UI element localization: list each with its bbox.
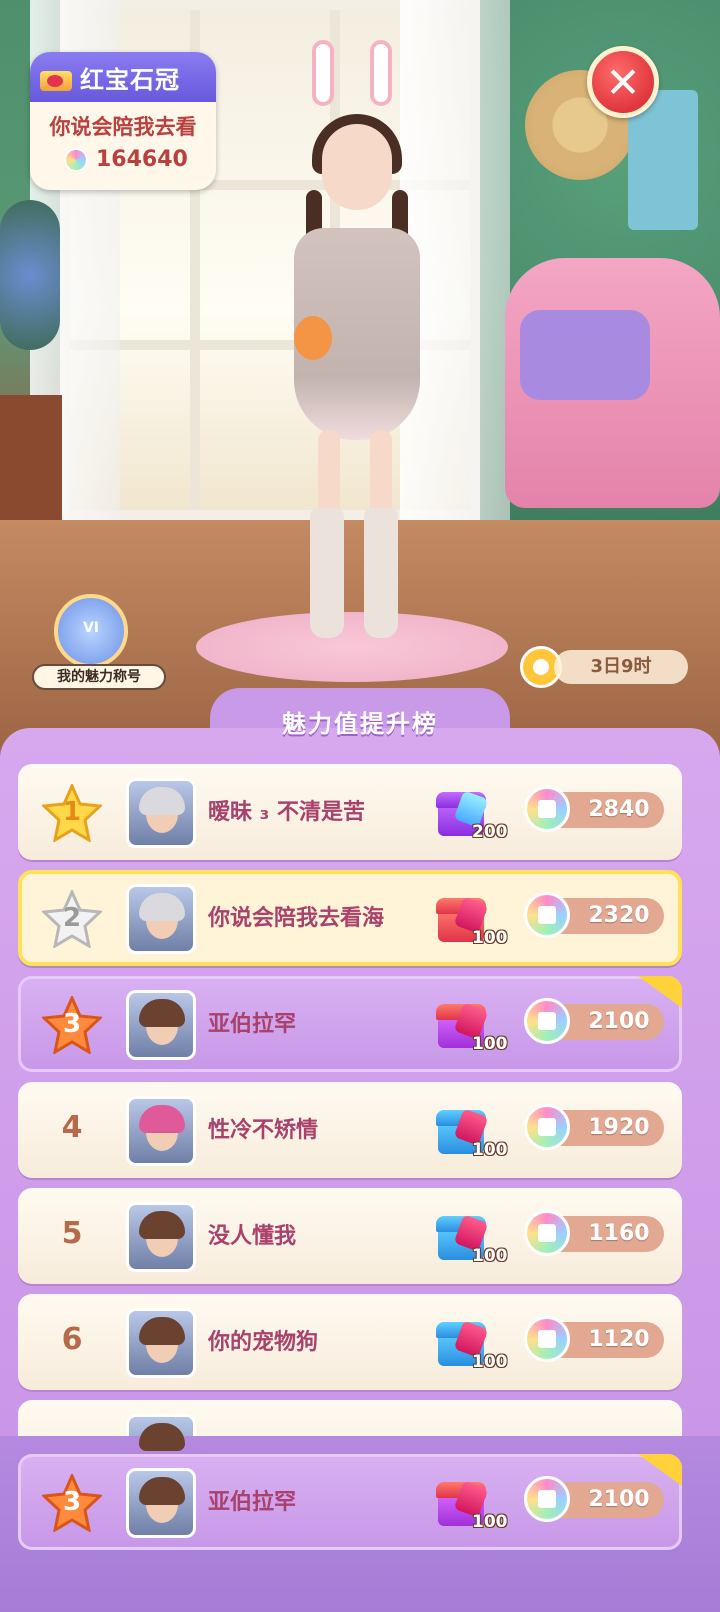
avatar[interactable] xyxy=(126,1308,196,1378)
reward-quantity: 100 xyxy=(472,1352,508,1372)
rank-number: 3 xyxy=(62,1487,82,1517)
leaderboard-row[interactable]: 4 性冷不矫情 100 1920 xyxy=(18,1082,682,1178)
my-charm-title-button[interactable]: 我的魅力称号 xyxy=(32,594,166,694)
ruby-crown-icon xyxy=(38,61,74,93)
leaderboard-row[interactable]: 1 暧昧 ₃ 不清是苦 200 2840 xyxy=(18,764,682,860)
close-button[interactable]: ✕ xyxy=(587,46,659,118)
reward-quantity: 100 xyxy=(472,1034,508,1054)
countdown-text: 3日9时 xyxy=(554,650,688,684)
player-name: 性冷不矫情 xyxy=(208,1118,319,1143)
panel-title: 魅力值提升榜 xyxy=(282,710,438,738)
countdown: 3日9时 xyxy=(520,646,690,688)
charm-gem-icon xyxy=(64,147,88,172)
rank-title: 红宝石冠 xyxy=(80,65,180,94)
treasure-chest-icon[interactable]: 100 xyxy=(432,886,508,948)
avatar[interactable] xyxy=(126,778,196,848)
charm-gem-icon xyxy=(524,786,570,832)
rank-number: 4 xyxy=(61,1110,83,1145)
treasure-chest-icon[interactable]: 100 xyxy=(432,1098,508,1160)
avatar[interactable] xyxy=(126,1096,196,1166)
bronze-star-icon: 3 xyxy=(40,1472,104,1533)
close-icon: ✕ xyxy=(605,57,641,107)
player-name: 没人懂我 xyxy=(208,1224,297,1249)
charm-gem-icon xyxy=(524,1476,570,1522)
avatar[interactable] xyxy=(126,1468,196,1538)
charm-score: 2840 xyxy=(524,786,664,832)
avatar[interactable] xyxy=(126,1202,196,1272)
charm-gem-icon xyxy=(524,1316,570,1362)
silver-star-icon: 2 xyxy=(40,888,104,949)
player-title-card[interactable]: 红宝石冠 你说会陪我去看 164640 xyxy=(30,52,216,190)
charm-score: 2320 xyxy=(524,892,664,938)
charm-score: 2100 xyxy=(524,1476,664,1522)
player-name: 你的宠物狗 xyxy=(208,1330,319,1355)
reward-quantity: 100 xyxy=(472,1140,508,1160)
leaderboard-row-self[interactable]: 3 亚伯拉罕 100 2100 xyxy=(18,976,682,1072)
reward-quantity: 100 xyxy=(472,1512,508,1532)
charm-gem-icon xyxy=(524,1104,570,1150)
treasure-chest-icon[interactable]: 100 xyxy=(432,1204,508,1266)
reward-quantity: 100 xyxy=(472,1246,508,1266)
charm-score: 1920 xyxy=(524,1104,664,1150)
charm-title-label: 我的魅力称号 xyxy=(32,664,166,690)
charm-gem-icon xyxy=(524,998,570,1044)
treasure-chest-icon[interactable]: 100 xyxy=(432,1470,508,1532)
gold-star-icon: 1 xyxy=(40,782,104,843)
treasure-chest-icon[interactable]: 100 xyxy=(432,992,508,1054)
player-name: 你说会陪我去看 xyxy=(49,115,197,139)
rank-number: 6 xyxy=(61,1322,83,1357)
avatar[interactable] xyxy=(126,990,196,1060)
player-name: 亚伯拉罕 xyxy=(208,1012,297,1037)
player-name: 亚伯拉罕 xyxy=(208,1490,297,1515)
reward-quantity: 100 xyxy=(472,928,508,948)
player-name: 你说会陪我去看海 xyxy=(208,906,385,931)
treasure-chest-icon[interactable]: 100 xyxy=(432,1310,508,1372)
rank-number: 2 xyxy=(62,903,82,933)
treasure-chest-icon[interactable]: 200 xyxy=(432,780,508,842)
charm-score: 2100 xyxy=(524,998,664,1044)
charm-score: 1160 xyxy=(524,1210,664,1256)
avatar[interactable] xyxy=(126,884,196,954)
player-name: 暧昧 ₃ 不清是苦 xyxy=(208,800,365,825)
crown-badge-icon xyxy=(54,594,128,668)
carrot-bag xyxy=(294,316,332,360)
rank-number: 5 xyxy=(61,1216,83,1251)
leaderboard-row[interactable]: 5 没人懂我 100 1160 xyxy=(18,1188,682,1284)
charm-score: 1120 xyxy=(524,1316,664,1362)
charm-gem-icon xyxy=(524,892,570,938)
reward-quantity: 200 xyxy=(472,822,508,842)
plant xyxy=(0,200,60,350)
player-character[interactable] xyxy=(272,40,442,650)
player-score: 164640 xyxy=(96,147,188,172)
leaderboard-row[interactable]: 6 你的宠物狗 100 1120 xyxy=(18,1294,682,1390)
bronze-star-icon: 3 xyxy=(40,994,104,1055)
rank-number: 3 xyxy=(62,1009,82,1039)
charm-gem-icon xyxy=(524,1210,570,1256)
rank-number: 1 xyxy=(62,797,82,827)
my-rank-row[interactable]: 3 亚伯拉罕 100 2100 xyxy=(18,1454,682,1550)
leaderboard-row[interactable]: 2 你说会陪我去看海 100 2320 xyxy=(18,870,682,966)
